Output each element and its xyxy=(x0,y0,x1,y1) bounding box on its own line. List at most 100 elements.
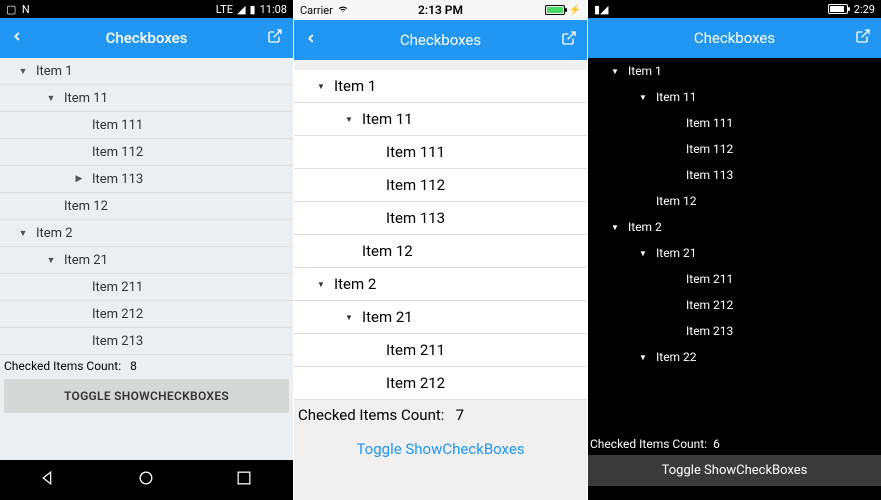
tree-area: ▼Item 1▼Item 11Item 111Item 112Item 113I… xyxy=(588,58,881,500)
tree-row[interactable]: Item 113 xyxy=(294,202,587,235)
battery-icon xyxy=(545,5,565,15)
battery-icon: ▮ xyxy=(250,3,256,16)
chevron-down-icon[interactable]: ▼ xyxy=(314,280,328,289)
tree-item-label: Item 212 xyxy=(686,298,733,312)
tree-item-label: Item 111 xyxy=(386,143,445,161)
chevron-down-icon[interactable]: ▼ xyxy=(636,249,650,258)
android-home-button[interactable] xyxy=(136,468,156,492)
tree-row[interactable]: ▼ Item 2 xyxy=(588,214,881,240)
ios-phone: Carrier 2:13 PM ⚡ Checkboxes ▼Item 1▼Ite… xyxy=(294,0,587,500)
chevron-down-icon[interactable]: ▼ xyxy=(16,228,30,239)
tree-row[interactable]: ▼ Item 2 xyxy=(294,268,587,301)
android-recent-button[interactable] xyxy=(234,468,254,492)
chevron-down-icon[interactable]: ▼ xyxy=(608,223,622,232)
checked-count-value: 8 xyxy=(130,359,137,373)
tree-row[interactable]: Item 212 xyxy=(294,367,587,400)
tree-item-label: Item 11 xyxy=(656,90,697,104)
chevron-down-icon[interactable]: ▼ xyxy=(342,313,356,322)
toggle-showcheckboxes-button[interactable]: TOGGLE SHOWCHECKBOXES xyxy=(4,379,289,413)
chevron-down-icon[interactable]: ▼ xyxy=(636,353,650,362)
signal-icon: ◢ xyxy=(237,3,245,16)
tree-item-label: Item 211 xyxy=(686,272,733,286)
back-button[interactable] xyxy=(304,30,318,51)
chevron-down-icon[interactable]: ▼ xyxy=(16,66,30,77)
tree-item-label: Item 212 xyxy=(92,307,143,322)
tree-item-label: Item 112 xyxy=(92,145,143,160)
tree-item-label: Item 113 xyxy=(386,209,445,227)
external-link-button[interactable] xyxy=(267,28,283,48)
ios-statusbar: Carrier 2:13 PM ⚡ xyxy=(294,0,587,20)
tree-row[interactable]: ▼ Item 21 xyxy=(0,247,293,274)
checked-count-line: Checked Items Count: 8 xyxy=(0,355,293,377)
tree-row[interactable]: ▼ Item 1 xyxy=(0,58,293,85)
tree-row[interactable]: ▼ Item 11 xyxy=(588,84,881,110)
tree-item-label: Item 213 xyxy=(686,324,733,338)
chevron-right-icon[interactable]: ▶ xyxy=(72,174,86,184)
tree-row[interactable]: Item 211 xyxy=(588,266,881,292)
page-title: Checkboxes xyxy=(106,29,188,47)
checked-count-label: Checked Items Count: xyxy=(590,437,707,451)
external-link-button[interactable] xyxy=(855,28,871,48)
checked-count-line: Checked Items Count: 6 xyxy=(588,433,881,455)
tree-row[interactable]: ▼ Item 1 xyxy=(588,58,881,84)
tree-row[interactable]: Item 212 xyxy=(0,301,293,328)
tree-row[interactable]: Item 112 xyxy=(294,169,587,202)
tree-row[interactable]: Item 12 xyxy=(588,188,881,214)
tree-item-label: Item 1 xyxy=(334,77,376,95)
tree-item-label: Item 113 xyxy=(92,172,143,187)
tree-row[interactable]: Item 211 xyxy=(0,274,293,301)
page-title: Checkboxes xyxy=(400,31,481,49)
external-link-button[interactable] xyxy=(561,30,577,50)
tree-row[interactable]: Item 112 xyxy=(0,139,293,166)
tree-item-label: Item 21 xyxy=(64,253,108,268)
tree-row[interactable]: Item 111 xyxy=(0,112,293,139)
tree-row[interactable]: Item 212 xyxy=(588,292,881,318)
tree-row[interactable]: Item 112 xyxy=(588,136,881,162)
tree-item-label: Item 2 xyxy=(628,220,662,234)
navbar: Checkboxes xyxy=(588,18,881,58)
tree-item-label: Item 1 xyxy=(36,64,73,79)
checked-count-line: Checked Items Count: 7 xyxy=(294,400,587,430)
tree-row[interactable]: ▼Item 11 xyxy=(294,103,587,136)
tree-row[interactable]: ▼ Item 22 xyxy=(588,344,881,370)
tree-row[interactable]: Item 111 xyxy=(588,110,881,136)
tree-item-label: Item 1 xyxy=(628,64,662,78)
navbar: Checkboxes xyxy=(0,18,293,58)
toggle-showcheckboxes-button[interactable]: Toggle ShowCheckBoxes xyxy=(588,455,881,486)
charging-icon: ⚡ xyxy=(569,5,581,16)
tree-row[interactable]: Item 113 xyxy=(588,162,881,188)
tree-item-label: Item 213 xyxy=(92,334,143,349)
back-button[interactable] xyxy=(10,28,24,49)
tree-item-label: Item 211 xyxy=(386,341,445,359)
android-phone: ▢ N LTE ◢ ▮ 11:08 Checkboxes ▼Item 1▼Ite… xyxy=(0,0,293,500)
tree-row[interactable]: ▼Item 21 xyxy=(294,301,587,334)
tree-row[interactable]: ▼Item 2 xyxy=(0,220,293,247)
page-title: Checkboxes xyxy=(694,29,775,47)
tree-item-label: Item 12 xyxy=(362,242,413,260)
tree-row[interactable]: Item 213 xyxy=(588,318,881,344)
chevron-down-icon[interactable]: ▼ xyxy=(342,115,356,124)
battery-icon xyxy=(828,4,848,14)
toggle-showcheckboxes-button[interactable]: Toggle ShowCheckBoxes xyxy=(294,430,587,468)
chevron-down-icon[interactable]: ▼ xyxy=(44,93,58,104)
tree-row[interactable]: Item 12 xyxy=(0,193,293,220)
tree-item-label: Item 22 xyxy=(656,350,697,364)
tree-row[interactable]: ▶ Item 113 xyxy=(0,166,293,193)
tree-item-label: Item 2 xyxy=(334,275,376,293)
tree-row[interactable]: ▼Item 21 xyxy=(588,240,881,266)
chevron-down-icon[interactable]: ▼ xyxy=(608,67,622,76)
tree-row[interactable]: ▼ Item 1 xyxy=(294,70,587,103)
chevron-down-icon[interactable]: ▼ xyxy=(44,255,58,266)
tree-area: ▼ Item 1 ▼ Item 11 Item 111 Item 112 ▶ Item 113… xyxy=(0,58,293,438)
tree-row[interactable]: ▼ Item 11 xyxy=(0,85,293,112)
chevron-down-icon[interactable]: ▼ xyxy=(636,93,650,102)
android-back-button[interactable] xyxy=(39,468,59,492)
status-time: 11:08 xyxy=(260,3,287,16)
chevron-down-icon[interactable]: ▼ xyxy=(314,82,328,91)
tree-row[interactable]: Item 213 xyxy=(0,328,293,355)
tree-row[interactable]: Item 12 xyxy=(294,235,587,268)
signal-icon: ▮◢ xyxy=(594,3,609,16)
tree-row[interactable]: Item 211 xyxy=(294,334,587,367)
tree-row[interactable]: Item 111 xyxy=(294,136,587,169)
tree-item-label: Item 11 xyxy=(64,91,108,106)
